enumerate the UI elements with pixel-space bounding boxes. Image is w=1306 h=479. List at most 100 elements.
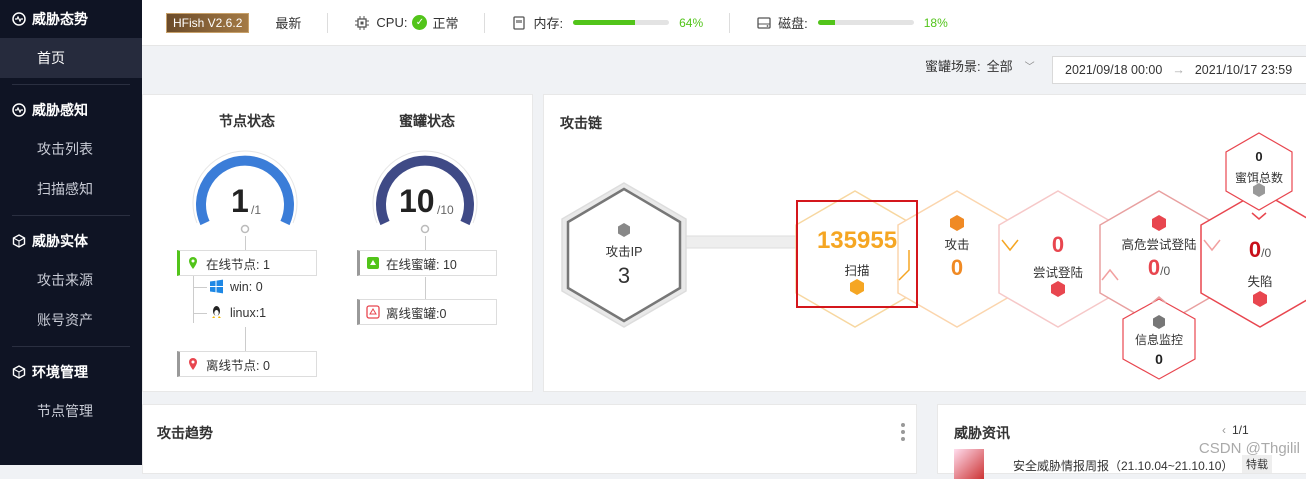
cpu-icon (355, 15, 370, 30)
fall-label: 失陷 (1247, 275, 1273, 289)
pulse-icon (12, 103, 26, 117)
intel-thumbnail[interactable] (954, 449, 984, 479)
memory-bar-fill (573, 20, 635, 25)
bait-value[interactable]: 0 (1229, 149, 1289, 164)
sidebar-group-env-management[interactable]: 环境管理 (0, 353, 142, 391)
linux-nodes: linux:1 (209, 305, 266, 320)
monitor-label: 信息监控 (1134, 333, 1183, 347)
status-panel: 节点状态 1 /1 在线节点: 1 win: 0 linux:1 离线节点: 0… (142, 94, 533, 392)
arrow-right-icon: → (1172, 63, 1185, 77)
intel-tag: 特载 (1242, 455, 1272, 473)
sidebar-item-home[interactable]: 首页 (0, 38, 142, 78)
online-honeypots[interactable]: 在线蜜罐: 10 (357, 250, 497, 276)
disk-label: 磁盘: (778, 16, 808, 31)
connector-line (193, 287, 207, 288)
attack-trend-title: 攻击趋势 (157, 425, 213, 441)
linux-icon (212, 306, 221, 318)
attack-ip-value[interactable]: 3 (584, 263, 664, 289)
win-nodes-text: win: 0 (230, 279, 263, 294)
connector-line (425, 236, 426, 250)
scan-label: 扫描 (844, 264, 870, 278)
divider (12, 84, 130, 85)
chevron-left-icon[interactable]: ‹ (1222, 423, 1226, 437)
divider (12, 346, 130, 347)
divider (327, 12, 329, 33)
honeypot-status-title: 蜜罐状态 (399, 113, 455, 129)
chevron-down-icon[interactable]: ﹀ (1025, 58, 1035, 73)
win-nodes: win: 0 (209, 279, 263, 294)
monitor-value[interactable]: 0 (1129, 351, 1189, 367)
fall-count[interactable]: 0/0 (1230, 237, 1290, 263)
watermark: CSDN @Thgilil (1198, 440, 1300, 457)
attack-ip-label: 攻击IP (605, 245, 643, 259)
attack-label: 攻击 (944, 238, 970, 252)
map-pin-icon (189, 358, 197, 370)
threat-intel-title: 威胁资讯 (954, 425, 1010, 441)
online-honeypots-text: 在线蜜罐: 10 (386, 257, 457, 272)
scan-value[interactable]: 135955 (802, 227, 912, 255)
scene-label: 蜜罐场景: (925, 59, 981, 74)
sidebar-item-attack-source[interactable]: 攻击来源 (0, 260, 142, 300)
connector-line (245, 236, 246, 250)
honeypot-offline-icon (366, 305, 380, 319)
memory-icon (513, 15, 526, 30)
scene-select-value[interactable]: 全部 (987, 56, 1013, 75)
sidebar-item-node-management[interactable]: 节点管理 (0, 391, 142, 431)
pulse-icon (12, 12, 26, 26)
date-end[interactable]: 2021/10/17 23:59 (1195, 63, 1292, 77)
offline-honeypots[interactable]: 离线蜜罐:0 (357, 299, 497, 325)
linux-nodes-text: linux:1 (230, 305, 267, 320)
intel-pager[interactable]: ‹ 1/1 (1222, 423, 1249, 437)
date-range-picker[interactable]: 2021/09/18 00:00 → 2021/10/17 23:59 (1052, 56, 1306, 84)
sidebar-group-threat-entity[interactable]: 威胁实体 (0, 222, 142, 260)
divider (729, 12, 731, 33)
disk-icon (757, 16, 771, 29)
memory-bar (573, 20, 670, 25)
check-circle-icon: ✓ (412, 15, 428, 30)
date-start[interactable]: 2021/09/18 00:00 (1065, 63, 1162, 77)
intel-page: 1/1 (1232, 423, 1249, 437)
sidebar-item-account-assets[interactable]: 账号资产 (0, 300, 142, 340)
windows-icon (210, 279, 223, 294)
connector-line (245, 327, 246, 351)
attack-value[interactable]: 0 (927, 255, 987, 281)
sidebar-group-label: 威胁实体 (32, 233, 88, 249)
attack-trend-panel: 攻击趋势 (142, 404, 917, 474)
attack-chain-panel: 攻击链 攻击IP 3 135955 扫描 攻击 0 0 尝试登陆 高危尝试登陆 … (543, 94, 1306, 392)
fall-value: 0 (1248, 237, 1262, 262)
honeypot-scene-filter[interactable]: 蜜罐场景: 全部 ﹀ (925, 56, 1035, 75)
honeypot-online-icon (367, 257, 379, 269)
cpu-status: CPU: ✓ 正常 (354, 13, 458, 32)
cpu-status-text: 正常 (432, 16, 459, 31)
sidebar-group-label: 威胁态势 (32, 11, 88, 27)
disk-bar (817, 20, 914, 25)
high-risk-count[interactable]: 0/0 (1129, 255, 1189, 281)
offline-nodes[interactable]: 离线节点: 0 (177, 351, 317, 377)
intel-item-title[interactable]: 安全威胁情报周报（21.10.04~21.10.10） (1013, 457, 1233, 474)
sidebar-group-label: 威胁感知 (32, 102, 88, 118)
bait-label: 蜜饵总数 (1234, 171, 1283, 185)
sidebar-group-label: 环境管理 (32, 364, 88, 380)
high-risk-total: /0 (1160, 264, 1171, 278)
try-login-label: 尝试登陆 (1032, 266, 1083, 280)
memory-status: 内存: 64% (511, 13, 703, 32)
divider (12, 215, 130, 216)
online-nodes[interactable]: 在线节点: 1 (177, 250, 317, 276)
sidebar-group-threat-awareness[interactable]: 威胁感知 (0, 91, 142, 129)
threat-intel-panel: 威胁资讯 ‹ 1/1 安全威胁情报周报（21.10.04~21.10.10） 特载 (937, 404, 1306, 479)
node-status-value: 1 (231, 183, 249, 219)
cpu-label: CPU: (376, 15, 408, 30)
node-status-total: /1 (251, 203, 262, 217)
divider (484, 12, 486, 33)
sidebar: 威胁态势 首页 威胁感知 攻击列表 扫描感知 威胁实体 攻击来源 账号资产 环境… (0, 0, 142, 465)
connector-line (425, 277, 426, 299)
sidebar-item-scan-awareness[interactable]: 扫描感知 (0, 169, 142, 209)
map-pin-icon (189, 257, 197, 269)
try-login-value[interactable]: 0 (1028, 232, 1088, 258)
top-bar: HFish V2.6.2 最新 CPU: ✓ 正常 内存: 64% 磁盘: 18… (142, 0, 1306, 46)
sidebar-group-threat-situation[interactable]: 威胁态势 (0, 0, 142, 38)
honeypot-status-value: 10 (399, 183, 435, 219)
fall-total: /0 (1261, 246, 1272, 260)
more-icon[interactable] (901, 423, 905, 444)
sidebar-item-attack-list[interactable]: 攻击列表 (0, 129, 142, 169)
